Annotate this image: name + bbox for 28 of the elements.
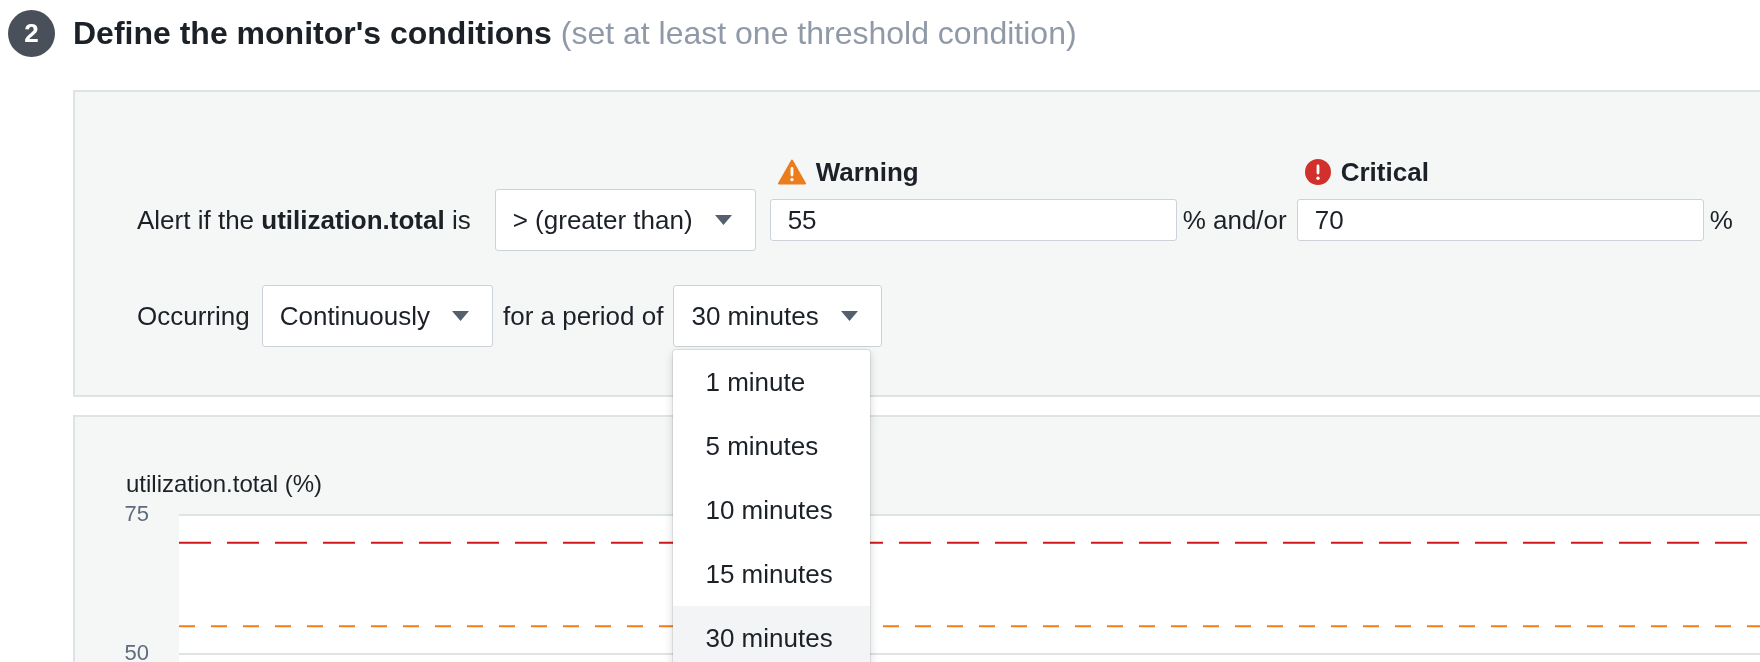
threshold-label: Warning bbox=[815, 156, 919, 188]
section-hint: (set at least one threshold condition) bbox=[560, 15, 1077, 52]
dropdown-option[interactable]: 15 minutes bbox=[673, 542, 871, 606]
period-select[interactable]: 30 minutes bbox=[673, 285, 882, 347]
unit-label: % and/or bbox=[1182, 204, 1287, 236]
occurrence-select[interactable]: Continuously bbox=[261, 285, 493, 347]
exclamation-circle-icon bbox=[1304, 159, 1331, 185]
caret-down-icon bbox=[452, 311, 469, 321]
alert-condition-text: Alert if the utilization.total is bbox=[137, 204, 471, 237]
y-axis-tick-label: 75 bbox=[124, 501, 149, 526]
dropdown-option[interactable]: 1 minute bbox=[673, 350, 871, 414]
warning-icon bbox=[777, 159, 806, 185]
section-title: Define the monitor's conditions bbox=[73, 15, 552, 52]
unit-label: % bbox=[1709, 204, 1733, 236]
comparator-select[interactable]: > (greater than) bbox=[494, 189, 756, 251]
dropdown-option[interactable]: 30 minutes bbox=[673, 606, 871, 662]
field-label: Occurring bbox=[137, 300, 250, 332]
dropdown-option[interactable]: 10 minutes bbox=[673, 478, 871, 542]
caret-down-icon bbox=[714, 215, 732, 225]
step-number-badge: 2 bbox=[8, 10, 55, 57]
threshold-input[interactable]: 70 bbox=[1296, 199, 1704, 241]
field-label: for a period of bbox=[503, 300, 664, 332]
dropdown-option[interactable]: 5 minutes bbox=[673, 414, 871, 478]
y-axis-label: utilization.total (%) bbox=[126, 470, 324, 498]
threshold-label: Critical bbox=[1340, 156, 1429, 188]
y-axis-tick-label: 50 bbox=[124, 640, 149, 662]
caret-down-icon bbox=[840, 311, 858, 321]
threshold-input[interactable]: 55 bbox=[769, 199, 1177, 241]
